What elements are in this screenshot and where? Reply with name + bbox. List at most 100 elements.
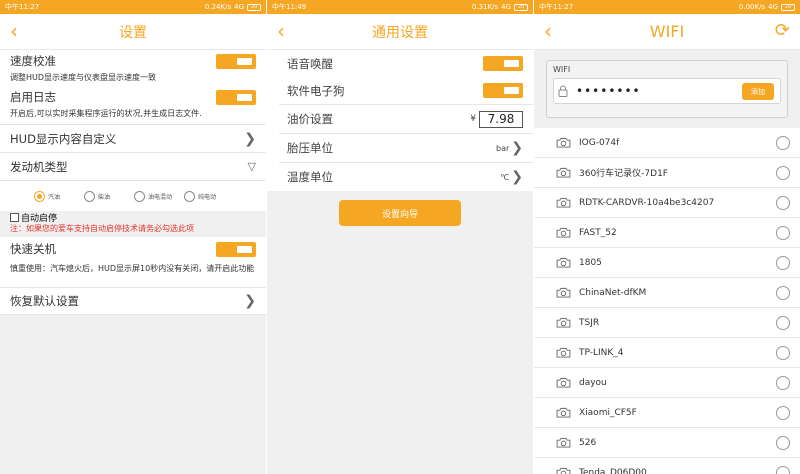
wifi-select-radio[interactable] [776,135,790,150]
status-time: 中午11:27 [5,3,40,11]
radio-icon [184,190,195,202]
auto-stop-checkbox[interactable] [10,212,19,222]
status-bar: 中午11:27 0.00K/s 4G 20 [534,0,800,14]
wifi-select-radio[interactable] [776,345,790,360]
camera-icon [556,197,571,208]
radio-icon [84,190,95,202]
voice-wake-toggle[interactable] [483,56,523,71]
wifi-network-item[interactable]: RDTK-CARDVR-10a4be3c4207 [534,188,800,218]
wifi-network-item[interactable]: Xiaomi_CF5F [534,398,800,428]
wifi-network-item[interactable]: FAST_52 [534,218,800,248]
tire-unit-label: 胎压单位 [287,141,333,155]
wifi-select-radio[interactable] [776,435,790,450]
wifi-network-item[interactable]: ChinaNet-dfKM [534,278,800,308]
wifi-select-radio[interactable] [776,405,790,420]
wifi-select-radio[interactable] [776,165,790,180]
chevron-down-icon: ▽ [247,160,256,173]
fast-shutdown-toggle[interactable] [216,241,256,257]
restore-defaults-row[interactable]: 恢复默认设置 ❯ [0,288,266,314]
wifi-network-name: 360行车记录仪-7D1F [579,169,668,179]
battery-icon: 20 [514,3,528,11]
tire-unit-value-box: bar ❯ [496,140,523,156]
divider [0,314,266,315]
wifi-select-radio[interactable] [776,225,790,240]
hud-custom-row[interactable]: HUD显示内容自定义 ❯ [0,125,266,152]
wifi-network-item[interactable]: dayou [534,368,800,398]
temp-unit-value-box: ℃ ❯ [500,169,523,185]
voice-wake-row: 语音唤醒 [279,50,533,77]
status-indicators: 0.24K/s 4G 20 [205,3,261,11]
e-dog-toggle[interactable] [483,83,523,98]
wifi-label: WIFI [553,65,571,74]
wifi-network-item[interactable]: IOG-074f [534,128,800,158]
engine-type-row[interactable]: 发动机类型 ▽ [0,153,266,180]
enable-log-toggle[interactable] [216,89,256,105]
restore-defaults-label: 恢复默认设置 [10,294,79,308]
wifi-network-item[interactable]: TSJR [534,308,800,338]
engine-option-diesel[interactable]: 柴油 [84,190,128,202]
wifi-network-name: TSJR [579,317,600,328]
wifi-select-radio[interactable] [776,315,790,330]
wifi-select-radio[interactable] [776,285,790,300]
fuel-price-box: ¥ 7.98 [470,110,523,128]
camera-icon [556,407,571,418]
fast-shutdown-desc: 慎重使用：汽车熄火后，HUD显示屏10秒内没有关闭，请开启此功能 [10,264,255,273]
chevron-right-icon: ❯ [244,130,256,147]
refresh-icon[interactable]: ⟳ [775,21,790,41]
back-icon[interactable]: ‹ [10,20,18,42]
setup-wizard-button[interactable]: 设置向导 [339,200,461,226]
wifi-network-list: IOG-074f 360行车记录仪-7D1F RDTK-CARDVR-10a4be3… [534,128,800,474]
enable-log-label: 启用日志 [10,90,56,104]
engine-option-electric[interactable]: 纯电动 [184,190,228,202]
camera-icon [556,257,571,268]
title-bar: ‹ WIFI ⟳ [534,14,800,50]
camera-icon [556,227,571,238]
general-settings-list: 语音唤醒 软件电子狗 油价设置 ¥ 7.98 胎压单位 bar ❯ 温度单位 ℃… [267,50,533,191]
engine-option-label: 柴油 [98,193,111,201]
back-icon[interactable]: ‹ [277,20,285,42]
hud-custom-label: HUD显示内容自定义 [10,131,117,146]
back-icon[interactable]: ‹ [544,20,552,42]
status-indicators: 0.00K/s 4G 20 [739,3,795,11]
fast-shutdown-label: 快速关机 [10,242,56,256]
e-dog-row: 软件电子狗 [279,77,533,104]
status-time: 中午11:49 [272,3,307,11]
add-button[interactable]: 添加 [742,83,774,100]
wifi-select-radio[interactable] [776,195,790,210]
temp-unit-label: 温度单位 [287,170,333,184]
fuel-price-input[interactable]: 7.98 [479,110,523,128]
temp-unit-row[interactable]: 温度单位 ℃ ❯ [279,163,533,191]
camera-icon [556,167,571,178]
wifi-network-item[interactable]: 526 [534,428,800,458]
battery-icon: 20 [781,3,795,11]
speed-calibration-toggle[interactable] [216,53,256,69]
voice-wake-label: 语音唤醒 [287,56,333,71]
wifi-network-item[interactable]: 360行车记录仪-7D1F [534,158,800,188]
wifi-password-field[interactable]: •••••••• 添加 [553,78,781,104]
title-bar: ‹ 设置 [0,14,266,50]
settings-screen: 中午11:27 0.24K/s 4G 20 ‹ 设置 速度校准 调整HUD显示速… [0,0,266,474]
wifi-select-radio[interactable] [776,255,790,270]
wifi-network-item[interactable]: 1805 [534,248,800,278]
auto-stop-row[interactable]: 自动启停 [0,211,266,224]
wifi-network-item[interactable]: TP-LINK_4 [534,338,800,368]
wifi-input-panel: WIFI •••••••• 添加 [546,60,788,118]
wifi-network-name: TP-LINK_4 [579,347,624,358]
speed-calibration-desc: 调整HUD显示速度与仪表盘显示速度一致 [10,73,157,82]
engine-option-label: 纯电动 [198,193,217,201]
tire-unit-value: bar [495,143,510,153]
wifi-network-name: dayou [579,377,607,388]
engine-option-gasoline[interactable]: 汽油 [34,190,78,202]
status-time: 中午11:27 [539,3,574,11]
fuel-price-label: 油价设置 [287,112,333,126]
tire-unit-row[interactable]: 胎压单位 bar ❯ [279,134,533,162]
wifi-select-radio[interactable] [776,375,790,390]
engine-type-label: 发动机类型 [10,159,68,174]
wifi-select-radio[interactable] [776,465,790,474]
wifi-network-item[interactable]: Tenda_D06D00 [534,458,800,474]
fast-shutdown-row: 快速关机 [0,237,266,261]
engine-option-hybrid[interactable]: 油电混动 [134,190,178,202]
status-network: 4G [234,3,244,11]
wifi-network-name: Tenda_D06D00 [579,467,647,474]
radio-icon [134,190,145,202]
